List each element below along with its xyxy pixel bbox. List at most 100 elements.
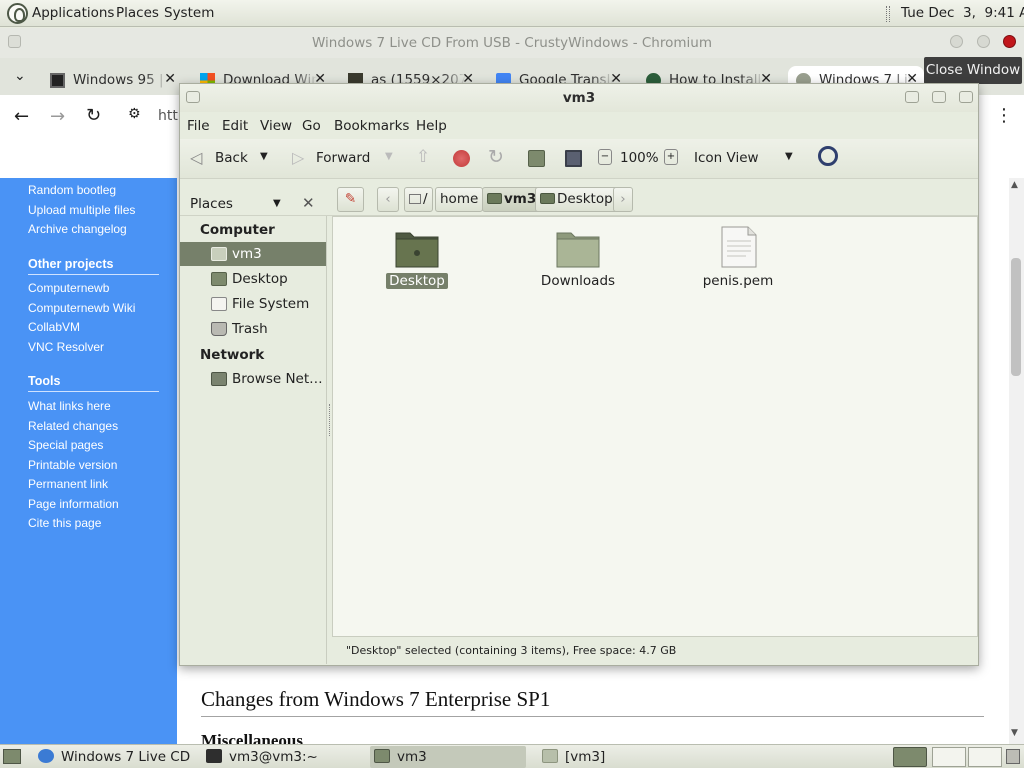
page-scrollbar-thumb[interactable] [1011, 258, 1021, 376]
sidebar-item-vm3[interactable]: vm3 [180, 242, 326, 266]
forward-history-dropdown-icon[interactable]: ▼ [385, 151, 393, 162]
minimize-icon[interactable] [950, 35, 963, 48]
tab-close-icon[interactable]: ✕ [164, 71, 176, 87]
task-vm3-file-manager[interactable]: vm3 [370, 746, 526, 768]
computer-icon[interactable] [565, 150, 582, 167]
places-dropdown-icon[interactable]: ▼ [273, 198, 281, 209]
trash-icon [211, 322, 227, 336]
scroll-down-icon[interactable]: ▼ [1011, 728, 1018, 738]
gnome-foot-icon[interactable] [7, 3, 28, 24]
sidebar-link-printable-version[interactable]: Printable version [28, 458, 117, 472]
drive-icon [409, 194, 421, 204]
subsection-heading: Miscellaneous [201, 731, 303, 744]
back-arrow-icon[interactable]: ← [14, 106, 29, 127]
crumb-root[interactable]: / [404, 187, 433, 212]
file-icon-downloads[interactable]: Downloads [518, 225, 638, 295]
view-mode-select[interactable]: Icon View [694, 150, 759, 166]
sidebar-item-browse-network[interactable]: Browse Net… [180, 367, 326, 391]
task-vm3-bracket[interactable]: [vm3] [538, 746, 698, 768]
sidebar-link-what-links-here[interactable]: What links here [28, 399, 111, 413]
close-window-button[interactable] [1003, 35, 1016, 48]
sidebar-item-desktop[interactable]: Desktop [180, 267, 326, 291]
workspace-3[interactable] [968, 747, 1002, 767]
menu-go[interactable]: Go [302, 118, 321, 134]
sidebar-item-file-system[interactable]: File System [180, 292, 326, 316]
file-icon-desktop[interactable]: Desktop [357, 225, 477, 295]
menu-view[interactable]: View [260, 118, 292, 134]
forward-arrow-icon[interactable]: → [50, 106, 65, 127]
close-icon[interactable] [959, 91, 973, 103]
applications-menu[interactable]: Applications [32, 5, 114, 21]
window-menu-icon[interactable] [8, 35, 21, 48]
task-terminal[interactable]: vm3@vm3:~ [202, 746, 362, 768]
chromium-icon [38, 749, 54, 763]
url-field[interactable]: htt [158, 108, 178, 124]
location-bar: Places ▼ ✕ ✎ ‹ / home vm3 Desktop › [180, 179, 978, 216]
view-mode-dropdown-icon[interactable]: ▼ [785, 151, 793, 162]
zoom-in-icon[interactable]: + [664, 149, 678, 165]
sidebar-link-archive-changelog[interactable]: Archive changelog [28, 222, 127, 236]
sidebar-link-related-changes[interactable]: Related changes [28, 419, 118, 433]
icon-view[interactable]: Desktop Downloads penis.pem [332, 216, 978, 637]
chromium-titlebar[interactable]: Windows 7 Live CD From USB - CrustyWindo… [0, 28, 1024, 58]
forward-arrow-icon[interactable]: ▷ [292, 148, 304, 167]
site-settings-icon[interactable]: ⚙ [128, 106, 141, 122]
maximize-icon[interactable] [932, 91, 946, 103]
reload-icon[interactable]: ↻ [86, 105, 101, 126]
back-history-dropdown-icon[interactable]: ▼ [260, 151, 268, 162]
edit-location-icon[interactable]: ✎ [337, 187, 364, 212]
crumb-scroll-right-icon[interactable]: › [613, 187, 633, 212]
show-desktop-icon[interactable] [3, 749, 21, 764]
stop-icon[interactable] [453, 150, 470, 167]
zoom-out-icon[interactable]: − [598, 149, 612, 165]
system-menu[interactable]: System [164, 5, 214, 21]
sidebar-link-collabvm[interactable]: CollabVM [28, 320, 80, 334]
menu-edit[interactable]: Edit [222, 118, 248, 134]
kebab-menu-icon[interactable]: ⋮ [995, 105, 1013, 126]
maximize-icon[interactable] [977, 35, 990, 48]
sidebar-link-vnc-resolver[interactable]: VNC Resolver [28, 340, 104, 354]
menu-file[interactable]: File [187, 118, 210, 134]
forward-button[interactable]: Forward [316, 150, 370, 166]
sidebar-link-computernewb[interactable]: Computernewb [28, 281, 109, 295]
file-manager-toolbar: ◁ Back ▼ ▷ Forward ▼ ⇧ ↻ − 100% + Icon V… [180, 139, 978, 179]
scroll-up-icon[interactable]: ▲ [1011, 180, 1018, 190]
sidebar-link-cite-this-page[interactable]: Cite this page [28, 516, 101, 530]
task-chromium[interactable]: Windows 7 Live CD ... [34, 746, 194, 768]
sidebar-link-upload-multiple[interactable]: Upload multiple files [28, 203, 135, 217]
close-sidebar-icon[interactable]: ✕ [302, 194, 315, 212]
menu-bookmarks[interactable]: Bookmarks [334, 118, 409, 134]
sidebar-link-permanent-link[interactable]: Permanent link [28, 477, 108, 491]
crumb-vm3[interactable]: vm3 [482, 187, 542, 212]
pane-resize-handle[interactable] [329, 404, 331, 436]
places-menu[interactable]: Places [116, 5, 159, 21]
minimize-icon[interactable] [905, 91, 919, 103]
crumb-home[interactable]: home [435, 187, 484, 212]
crumb-desktop[interactable]: Desktop [535, 187, 618, 212]
tab-favicon-icon [50, 73, 65, 88]
sidebar-item-trash[interactable]: Trash [180, 317, 326, 341]
workspace-2[interactable] [932, 747, 966, 767]
tab-list-chevron-icon[interactable]: ⌄ [14, 68, 26, 84]
sidebar-link-page-information[interactable]: Page information [28, 497, 119, 511]
workspace-switcher[interactable] [893, 747, 927, 767]
sidebar-link-special-pages[interactable]: Special pages [28, 438, 103, 452]
file-manager-titlebar[interactable]: vm3 [180, 84, 978, 112]
crumb-scroll-left-icon[interactable]: ‹ [377, 187, 399, 212]
menu-help[interactable]: Help [416, 118, 447, 134]
home-folder-icon[interactable] [528, 150, 545, 167]
up-arrow-icon[interactable]: ⇧ [416, 147, 430, 167]
trash-applet-icon[interactable] [1006, 749, 1020, 764]
reload-icon[interactable]: ↻ [488, 146, 504, 168]
sidebar-link-computernewb-wiki[interactable]: Computernewb Wiki [28, 301, 135, 315]
back-arrow-icon[interactable]: ◁ [190, 148, 202, 167]
search-icon[interactable] [818, 146, 838, 166]
tab-windows95[interactable]: Windows 95 | Mi ✕ [50, 66, 176, 95]
file-icon-pem[interactable]: penis.pem [678, 225, 798, 295]
window-menu-icon[interactable] [186, 91, 200, 103]
back-button[interactable]: Back [215, 150, 248, 166]
divider [28, 391, 159, 392]
clock[interactable]: Tue Dec 3, 9:41 AM [901, 5, 1024, 21]
sidebar-link-random-bootleg[interactable]: Random bootleg [28, 183, 116, 197]
places-label: Places [190, 196, 233, 212]
